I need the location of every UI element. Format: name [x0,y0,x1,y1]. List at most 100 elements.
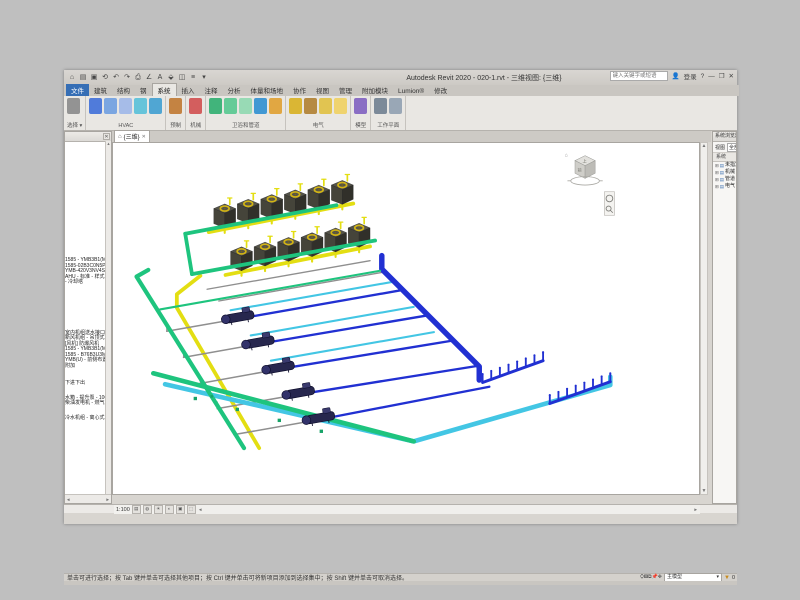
mechanical-equipment-tool[interactable] [189,98,202,114]
thin-lines-icon[interactable]: ≡ [189,73,197,82]
ribbon-tab-附加模块[interactable]: 附加模块 [357,84,393,96]
expand-icon[interactable]: ⊞ [715,162,719,169]
ribbon-tab-修改[interactable]: 修改 [429,84,452,96]
pipe-fitting-tool[interactable] [224,98,237,114]
print-icon[interactable]: ⎙ [134,73,142,82]
signin-label[interactable]: 登录 [684,71,697,81]
tree-item[interactable]: - 冷却塔 [65,280,106,286]
lighting-fixture-tool[interactable] [334,98,347,114]
canvas-bottom-strip: 1:100 ▤◍☀◐▣⬚👓💡▦ ◄ ► [64,504,737,513]
tree-item[interactable]: 下进下出 [65,381,106,387]
system-browser-row[interactable]: ⊞▤机械 (3 个系统) [713,169,736,176]
section-icon[interactable]: ◫ [178,73,186,82]
home-icon[interactable]: ⌂ [68,73,76,82]
duct-accessory-tool[interactable] [119,98,132,114]
duct-fitting-tool[interactable] [104,98,117,114]
system-browser-row[interactable]: ⊞▤管道 (19 个系统) [713,176,736,183]
viewcube[interactable]: ⌂ 上 前 [565,152,603,185]
ref-plane-tool[interactable] [389,98,402,114]
text-icon[interactable]: A [156,73,164,82]
ribbon-tab-视图[interactable]: 视图 [311,84,334,96]
measure-icon[interactable]: ∠ [145,73,153,82]
sun-path-icon[interactable]: ☀ [154,505,163,514]
conduit-tool[interactable] [304,98,317,114]
ribbon-tab-分析[interactable]: 分析 [223,84,246,96]
scroll-up-icon[interactable]: ▲ [106,141,111,147]
search-input[interactable] [610,71,668,81]
undo-icon[interactable]: ↶ [112,73,120,82]
project-browser-vscrollbar[interactable]: ▲ [105,141,111,494]
expand-icon[interactable]: ⊞ [715,169,719,176]
navigation-bar[interactable] [604,192,614,216]
ribbon-tab-协作[interactable]: 协作 [288,84,311,96]
filter-icon[interactable]: ▼ [724,575,730,581]
system-row-label: 未指定 (7 个项) [725,162,737,169]
minimize-icon[interactable]: — [708,73,715,80]
expand-icon[interactable]: ⊞ [715,176,719,183]
set-workplane-tool[interactable] [374,98,387,114]
close-icon[interactable]: ✕ [729,72,734,80]
ribbon-tab-Lumion®[interactable]: Lumion® [393,87,429,96]
ribbon-tab-插入[interactable]: 插入 [177,84,200,96]
visual-style-icon[interactable]: ◍ [143,505,152,514]
ribbon-tab-体量和场地[interactable]: 体量和场地 [246,84,289,96]
cable-tray-tool[interactable] [289,98,302,114]
crop-region-icon[interactable]: ⬚ [187,505,196,514]
maximize-icon[interactable]: ❐ [719,72,725,80]
customize-icon[interactable]: ▾ [200,73,208,82]
scroll-right-icon[interactable]: ► [694,507,698,512]
drawing-canvas[interactable]: ⌂ 上 前 [112,142,700,495]
tree-item[interactable]: 冷水机组 - 离心式 - 2800 - 14000 kW [65,416,106,422]
sync-icon[interactable]: ⟲ [101,73,109,82]
quick-access-toolbar[interactable]: ⌂▤▣⟲↶↷⎙∠A⬙◫≡▾ [64,73,208,82]
crop-view-icon[interactable]: ▣ [176,505,185,514]
redo-icon[interactable]: ↷ [123,73,131,82]
ribbon-tab-建筑[interactable]: 建筑 [89,84,112,96]
help-icon[interactable]: ? [701,73,705,80]
modify-tool[interactable] [67,98,80,114]
ribbon-tab-文件[interactable]: 文件 [66,84,89,96]
3d-view-icon[interactable]: ⬙ [167,73,175,82]
drag-selection-icon[interactable]: ✥ [658,574,662,580]
ribbon-tab-结构[interactable]: 结构 [112,84,135,96]
plumbing-fixture-tool[interactable] [254,98,267,114]
tree-item[interactable]: 柴油发电机 - 燃气 - 10CM - 0.8M - 按规格 - 100-175… [65,401,106,407]
tree-item[interactable]: 附加 [65,364,106,370]
ribbon-tab-系统[interactable]: 系统 [152,83,177,96]
view-tab-close-icon[interactable]: ✕ [142,134,146,140]
pipe-accessory-tool[interactable] [239,98,252,114]
air-terminal-tool[interactable] [149,98,162,114]
component-tool[interactable] [354,98,367,114]
electrical-equipment-tool[interactable] [319,98,332,114]
project-browser-tree[interactable]: 1585 - YMB3B1(M)CS21585-02B3C0N5PO/S2YMB… [65,141,106,494]
account-icon[interactable]: 👤 [672,72,680,80]
canvas-vscrollbar[interactable]: ▲▼ [700,142,708,495]
detail-level-icon[interactable]: ▤ [132,505,141,514]
sprinkler-tool[interactable] [269,98,282,114]
system-browser-column-header[interactable]: 系统 [713,153,736,162]
expand-icon[interactable]: ⊞ [715,183,719,190]
shadows-icon[interactable]: ◐ [165,505,174,514]
view-select[interactable]: 全部系统图 [727,143,737,152]
ribbon-tab-注释[interactable]: 注释 [200,84,223,96]
canvas-hscrollbar[interactable]: ◄ ► [196,505,700,514]
scroll-left-icon[interactable]: ◄ [66,495,70,503]
open-icon[interactable]: ▤ [79,73,87,82]
pipe-tool[interactable] [209,98,222,114]
system-browser-row[interactable]: ⊞▤未指定 (7 个项) [713,162,736,169]
project-browser-hscrollbar[interactable]: ◄ ► [65,494,111,503]
scroll-right-icon[interactable]: ► [106,495,110,503]
flex-duct-tool[interactable] [134,98,147,114]
duct-tool[interactable] [89,98,102,114]
ribbon-tab-钢[interactable]: 钢 [135,84,152,96]
system-browser-row[interactable]: ⊞▤电气 (5 个系统) [713,183,736,190]
fabrication-part-tool[interactable] [169,98,182,114]
system-browser-tree[interactable]: ⊞▤未指定 (7 个项)⊞▤机械 (3 个系统)⊞▤管道 (19 个系统)⊞▤电… [713,162,736,190]
save-icon[interactable]: ▣ [90,73,98,82]
scale-control[interactable]: 1:100 [116,507,130,513]
ribbon-group-电气: 电气 [286,96,351,130]
scroll-left-icon[interactable]: ◄ [198,507,202,512]
panel-close-icon[interactable]: ✕ [103,133,110,140]
view-tab-3d[interactable]: ⌂ {三维} ✕ [114,130,150,142]
ribbon-tab-管理[interactable]: 管理 [334,84,357,96]
